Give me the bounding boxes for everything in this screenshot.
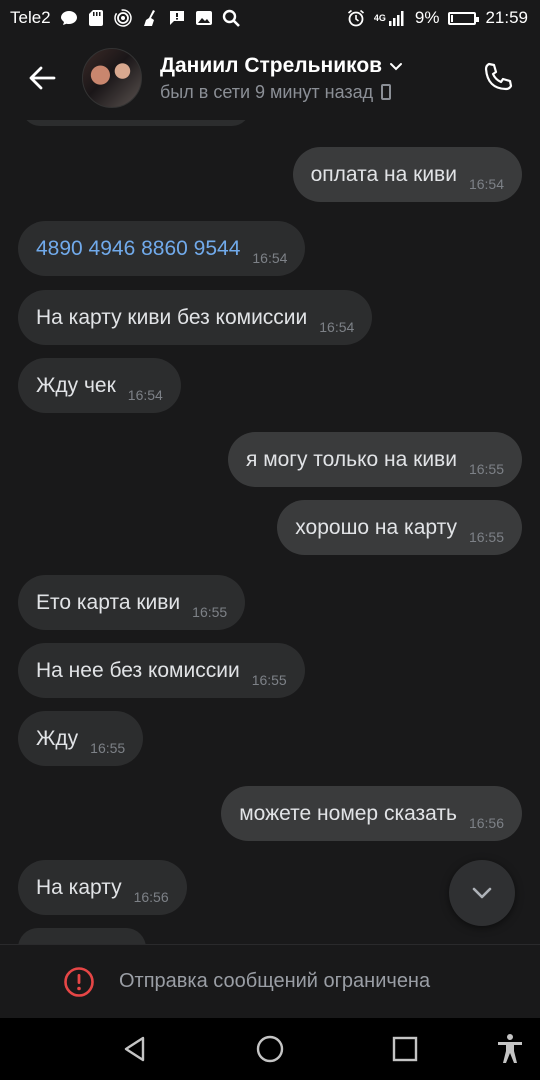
message-bubble-outgoing[interactable]: можете номер сказать 16:56 [221, 786, 522, 841]
message-text: хорошо на карту [295, 515, 457, 539]
message-text: Ето карта киви [36, 590, 181, 614]
battery-level-fill [451, 14, 454, 22]
message-time: 16:55 [192, 603, 228, 620]
cleaner-icon [141, 9, 159, 27]
message-time: 16:55 [468, 528, 504, 545]
message-text: На карту киви без комиссии [36, 305, 308, 329]
message-time: 16:56 [468, 814, 504, 831]
message-bubble-incoming[interactable]: 4890 4946 8860 9544 16:54 [18, 221, 306, 276]
message-bubble-incoming[interactable]: На карту 16:56 [18, 860, 187, 915]
last-seen-status: был в сети 9 минут назад [160, 81, 374, 102]
back-arrow-icon[interactable] [22, 58, 62, 98]
warning-icon [64, 966, 94, 997]
message-time: 16:56 [133, 888, 169, 905]
message-time: 16:55 [90, 739, 126, 756]
chevron-down-icon [390, 62, 403, 70]
partial-message-bubble [18, 928, 146, 944]
message-time: 16:54 [252, 249, 288, 266]
mobile-device-icon [381, 84, 392, 100]
message-time: 16:54 [319, 318, 355, 335]
status-bar: Tele2 4G 9% 21:59 [0, 0, 540, 36]
message-text: На карту [36, 875, 122, 899]
alarm-icon [347, 9, 365, 27]
message-text: можете номер сказать [239, 801, 457, 825]
sd-card-icon [87, 9, 105, 27]
contact-avatar[interactable] [82, 48, 142, 108]
message-text: Жду [36, 726, 79, 750]
accessibility-icon [498, 1034, 522, 1063]
scroll-to-bottom-button[interactable] [449, 860, 515, 926]
message-text: Жду чек [36, 373, 116, 397]
message-bubble-incoming[interactable]: На карту киви без комиссии 16:54 [18, 290, 373, 345]
system-navigation-bar [0, 1018, 540, 1080]
message-text: На нее без комиссии [36, 658, 240, 682]
message-bubble-outgoing[interactable]: оплата на киви 16:54 [292, 147, 522, 202]
network-type-label: 4G [373, 13, 386, 23]
battery-percent: 9% [414, 8, 440, 27]
message-list[interactable]: оплата на киви 16:54 4890 4946 8860 9544… [0, 120, 540, 944]
message-bubble-outgoing[interactable]: я могу только на киви 16:55 [227, 432, 522, 487]
chat-bubble-icon [60, 9, 78, 27]
message-bubble-outgoing[interactable]: хорошо на карту 16:55 [277, 500, 522, 555]
contact-info[interactable]: Даниил Стрельников был в сети 9 минут на… [160, 54, 404, 103]
clock: 21:59 [485, 8, 528, 27]
call-button[interactable] [478, 58, 518, 98]
message-bubble-incoming[interactable]: Жду чек 16:54 [18, 358, 181, 413]
message-icon [168, 9, 186, 27]
messaging-restricted-bar: Отправка сообщений ограничена [0, 944, 540, 1018]
search-icon [222, 9, 240, 27]
phone-icon [484, 62, 513, 91]
partial-message-bubble [22, 120, 250, 126]
message-time: 16:54 [468, 175, 504, 192]
chat-header: Даниил Стрельников был в сети 9 минут на… [0, 36, 540, 120]
message-bubble-incoming[interactable]: На нее без комиссии 16:55 [18, 643, 305, 698]
message-link-card-number[interactable]: 4890 4946 8860 9544 [36, 237, 240, 261]
chevron-down-icon [472, 887, 492, 899]
battery-icon [448, 11, 480, 25]
triangle-back-icon [124, 1036, 145, 1062]
restriction-message: Отправка сообщений ограничена [119, 970, 431, 992]
nav-recents-button[interactable] [387, 1031, 423, 1067]
circle-home-icon [256, 1035, 284, 1063]
square-recents-icon [392, 1036, 418, 1062]
message-text: я могу только на киви [245, 447, 457, 471]
carrier-label: Tele2 [10, 8, 51, 27]
gallery-icon [195, 9, 213, 27]
message-time: 16:54 [127, 386, 163, 403]
accessibility-button[interactable] [492, 1031, 528, 1067]
message-text: оплата на киви [310, 162, 457, 186]
signal-icon [388, 9, 406, 27]
message-bubble-incoming[interactable]: Жду 16:55 [18, 711, 144, 766]
message-bubble-incoming[interactable]: Ето карта киви 16:55 [18, 575, 246, 630]
message-time: 16:55 [468, 460, 504, 477]
hotspot-icon [113, 9, 132, 27]
nav-back-button[interactable] [117, 1031, 153, 1067]
nav-home-button[interactable] [252, 1031, 288, 1067]
message-time: 16:55 [251, 671, 287, 688]
contact-name: Даниил Стрельников [160, 53, 383, 77]
